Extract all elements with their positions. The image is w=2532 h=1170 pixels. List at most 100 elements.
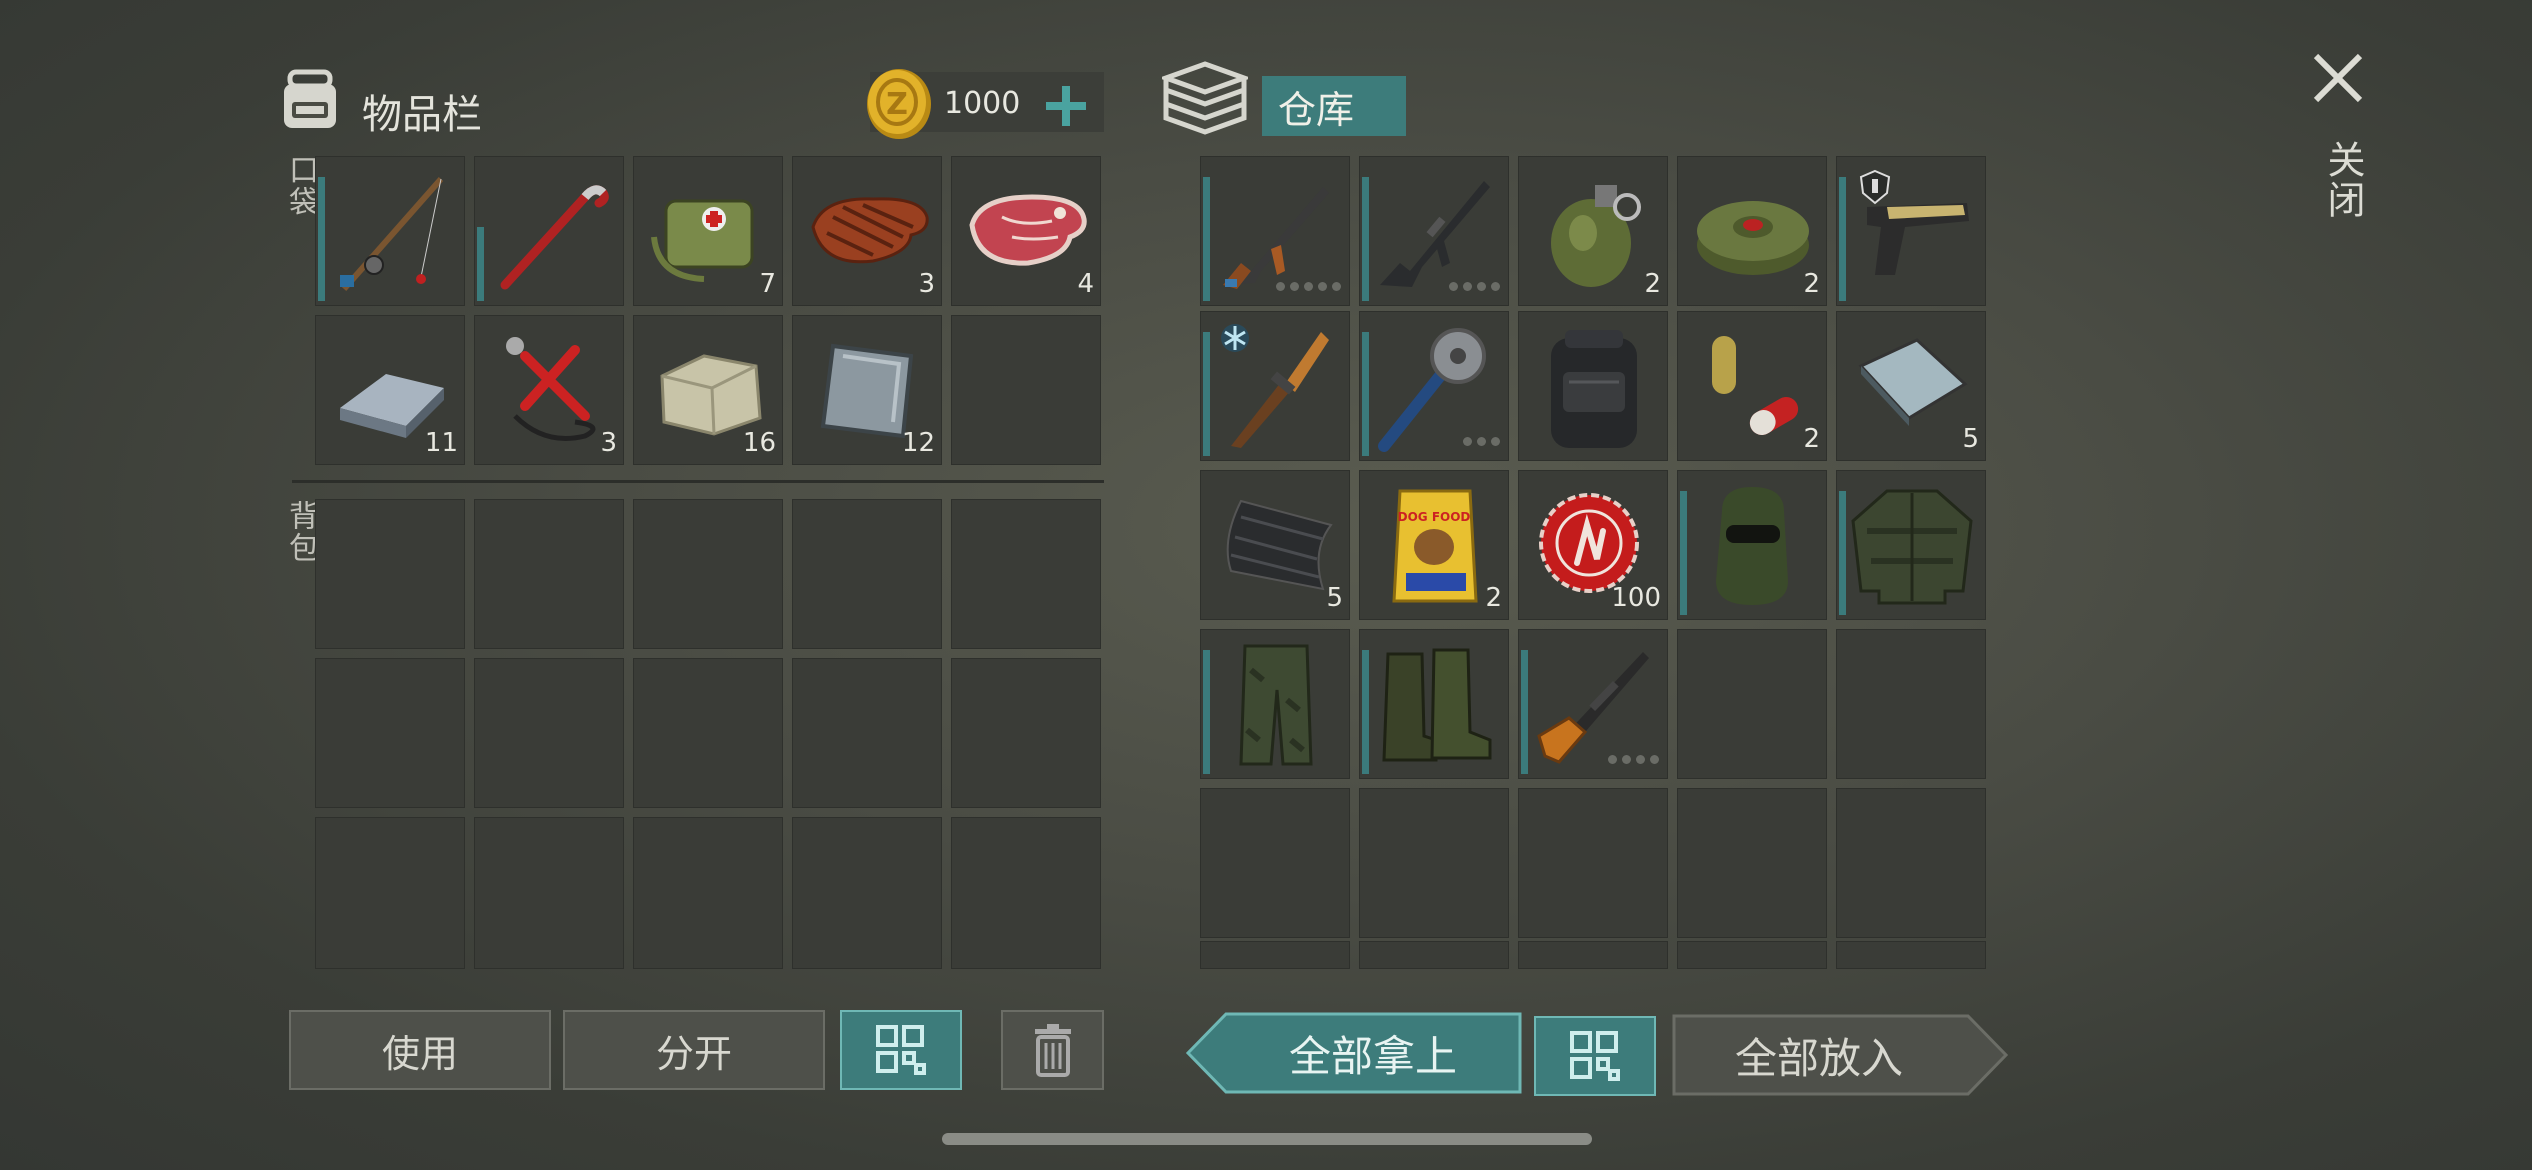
carbon-fabric-icon <box>1226 499 1333 591</box>
storage-slot-landmine[interactable]: 2 <box>1677 156 1827 306</box>
item-count: 12 <box>901 428 935 458</box>
pocket-slot-iron-ingot[interactable]: 11 <box>315 315 465 465</box>
dog-food-icon: DOG FOOD <box>1392 489 1478 603</box>
backpack-slot[interactable] <box>792 499 942 649</box>
backpack-slot[interactable] <box>315 817 465 969</box>
storage-slot-pistol[interactable] <box>1836 156 1986 306</box>
storage-slot-empty[interactable] <box>1677 629 1827 779</box>
item-count: 100 <box>1611 583 1661 613</box>
storage-slot-empty[interactable] <box>1200 941 1350 969</box>
item-count: 7 <box>759 269 776 299</box>
backpack-slot[interactable] <box>474 658 624 808</box>
close-label[interactable]: 关闭 <box>2316 140 2371 220</box>
storage-slot-empty[interactable] <box>1359 788 1509 938</box>
storage-slot-boots[interactable] <box>1359 629 1509 779</box>
storage-slot-grenade[interactable]: 2 <box>1518 156 1668 306</box>
backpack-slot[interactable] <box>633 499 783 649</box>
sort-storage-button[interactable] <box>1534 1016 1656 1096</box>
storage-slot-sniper-rifle[interactable] <box>1518 629 1668 779</box>
storage-slot-bottle-cap[interactable]: 100 <box>1518 470 1668 620</box>
grilled-meat-icon <box>811 197 929 264</box>
spiked-mace-icon <box>1378 328 1486 452</box>
pocket-slot-tools-kit[interactable]: 3 <box>474 315 624 465</box>
backpack-slot[interactable] <box>633 817 783 969</box>
item-count: 5 <box>1326 583 1343 613</box>
pocket-slot-grilled-meat[interactable]: 3 <box>792 156 942 306</box>
pocket-slot-stone[interactable]: 16 <box>633 315 783 465</box>
storage-slot-knife[interactable] <box>1200 311 1350 461</box>
backpack-slot[interactable] <box>792 817 942 969</box>
storage-slot-empty[interactable] <box>1518 941 1668 969</box>
use-button[interactable]: 使用 <box>289 1010 551 1090</box>
take-all-button[interactable]: 全部拿上 <box>1186 1012 1522 1094</box>
storage-slot-empty[interactable] <box>1200 788 1350 938</box>
storage-slot-ak-rifle[interactable] <box>1200 156 1350 306</box>
storage-tab[interactable]: 仓库 <box>1262 76 1406 136</box>
storage-slot-camo-pants[interactable] <box>1200 629 1350 779</box>
ammo-dots <box>1449 282 1500 291</box>
grid-sort-icon <box>876 1025 926 1075</box>
ak-rifle-icon <box>1223 187 1329 289</box>
durability-bar <box>1203 650 1210 774</box>
pocket-slot-empty[interactable] <box>951 315 1101 465</box>
grid-sort-icon <box>1570 1031 1620 1081</box>
storage-slot-empty[interactable] <box>1518 788 1668 938</box>
storage-slot-empty[interactable] <box>1836 629 1986 779</box>
storage-slot-steel-sheet[interactable]: 5 <box>1836 311 1986 461</box>
backpack-slot[interactable] <box>315 658 465 808</box>
pocket-slot-fishing-rod[interactable] <box>315 156 465 306</box>
item-count: 5 <box>1962 424 1979 454</box>
put-all-label: 全部放入 <box>1734 1033 1903 1083</box>
raw-meat-icon <box>969 194 1087 266</box>
storage-slot-empty[interactable] <box>1677 941 1827 969</box>
item-count: 4 <box>1077 269 1094 299</box>
pocket-slot-metal-plate[interactable]: 12 <box>792 315 942 465</box>
pocket-slot-raw-meat[interactable]: 4 <box>951 156 1101 306</box>
sniper-rifle-icon <box>1537 652 1649 764</box>
sort-inventory-button[interactable] <box>840 1010 962 1090</box>
home-indicator[interactable] <box>942 1133 1592 1145</box>
storage-slot-empty[interactable] <box>1359 941 1509 969</box>
backpack-slot[interactable] <box>474 817 624 969</box>
storage-slot-balaclava[interactable] <box>1677 470 1827 620</box>
item-count: 2 <box>1644 269 1661 299</box>
storage-slot-pills[interactable]: 2 <box>1677 311 1827 461</box>
put-all-button[interactable]: 全部放入 <box>1672 1014 2008 1096</box>
backpack-slot[interactable] <box>951 817 1101 969</box>
coin-amount: 1000 <box>944 86 1021 121</box>
storage-slot-dog-food[interactable]: DOG FOOD 2 <box>1359 470 1509 620</box>
storage-slot-spiked-mace[interactable] <box>1359 311 1509 461</box>
storage-slot-empty[interactable] <box>1677 788 1827 938</box>
pistol-icon <box>1867 203 1969 275</box>
storage-slot-m16-rifle[interactable] <box>1359 156 1509 306</box>
storage-slot-carbon-fabric[interactable]: 5 <box>1200 470 1350 620</box>
section-divider <box>292 480 1104 483</box>
add-coins-icon[interactable] <box>1044 84 1088 128</box>
storage-slot-empty[interactable] <box>1836 788 1986 938</box>
storage-slot-backpack[interactable] <box>1518 311 1668 461</box>
split-button[interactable]: 分开 <box>563 1010 825 1090</box>
backpack-slot[interactable] <box>474 499 624 649</box>
backpack-slot[interactable] <box>315 499 465 649</box>
durability-bar <box>318 177 325 301</box>
svg-text:Z: Z <box>886 87 908 122</box>
storage-slot-ghillie-jacket[interactable] <box>1836 470 1986 620</box>
pocket-slot-crowbar[interactable] <box>474 156 624 306</box>
backpack-slot[interactable] <box>951 658 1101 808</box>
close-icon[interactable] <box>2312 52 2364 104</box>
pocket-slot-medical-bag[interactable]: 7 <box>633 156 783 306</box>
ammo-dots <box>1463 437 1500 446</box>
backpack-slot[interactable] <box>633 658 783 808</box>
item-count: 2 <box>1485 583 1502 613</box>
durability-bar <box>477 227 484 301</box>
storage-slot-empty[interactable] <box>1836 941 1986 969</box>
backpack-slot[interactable] <box>792 658 942 808</box>
durability-bar <box>1839 491 1846 615</box>
backpack-slot[interactable] <box>951 499 1101 649</box>
trash-button[interactable] <box>1001 1010 1104 1090</box>
fishing-rod-icon <box>340 177 444 291</box>
durability-bar <box>1839 177 1846 301</box>
crowbar-icon <box>500 185 609 290</box>
coin-icon: Z <box>867 69 931 139</box>
durability-bar <box>1521 650 1528 774</box>
